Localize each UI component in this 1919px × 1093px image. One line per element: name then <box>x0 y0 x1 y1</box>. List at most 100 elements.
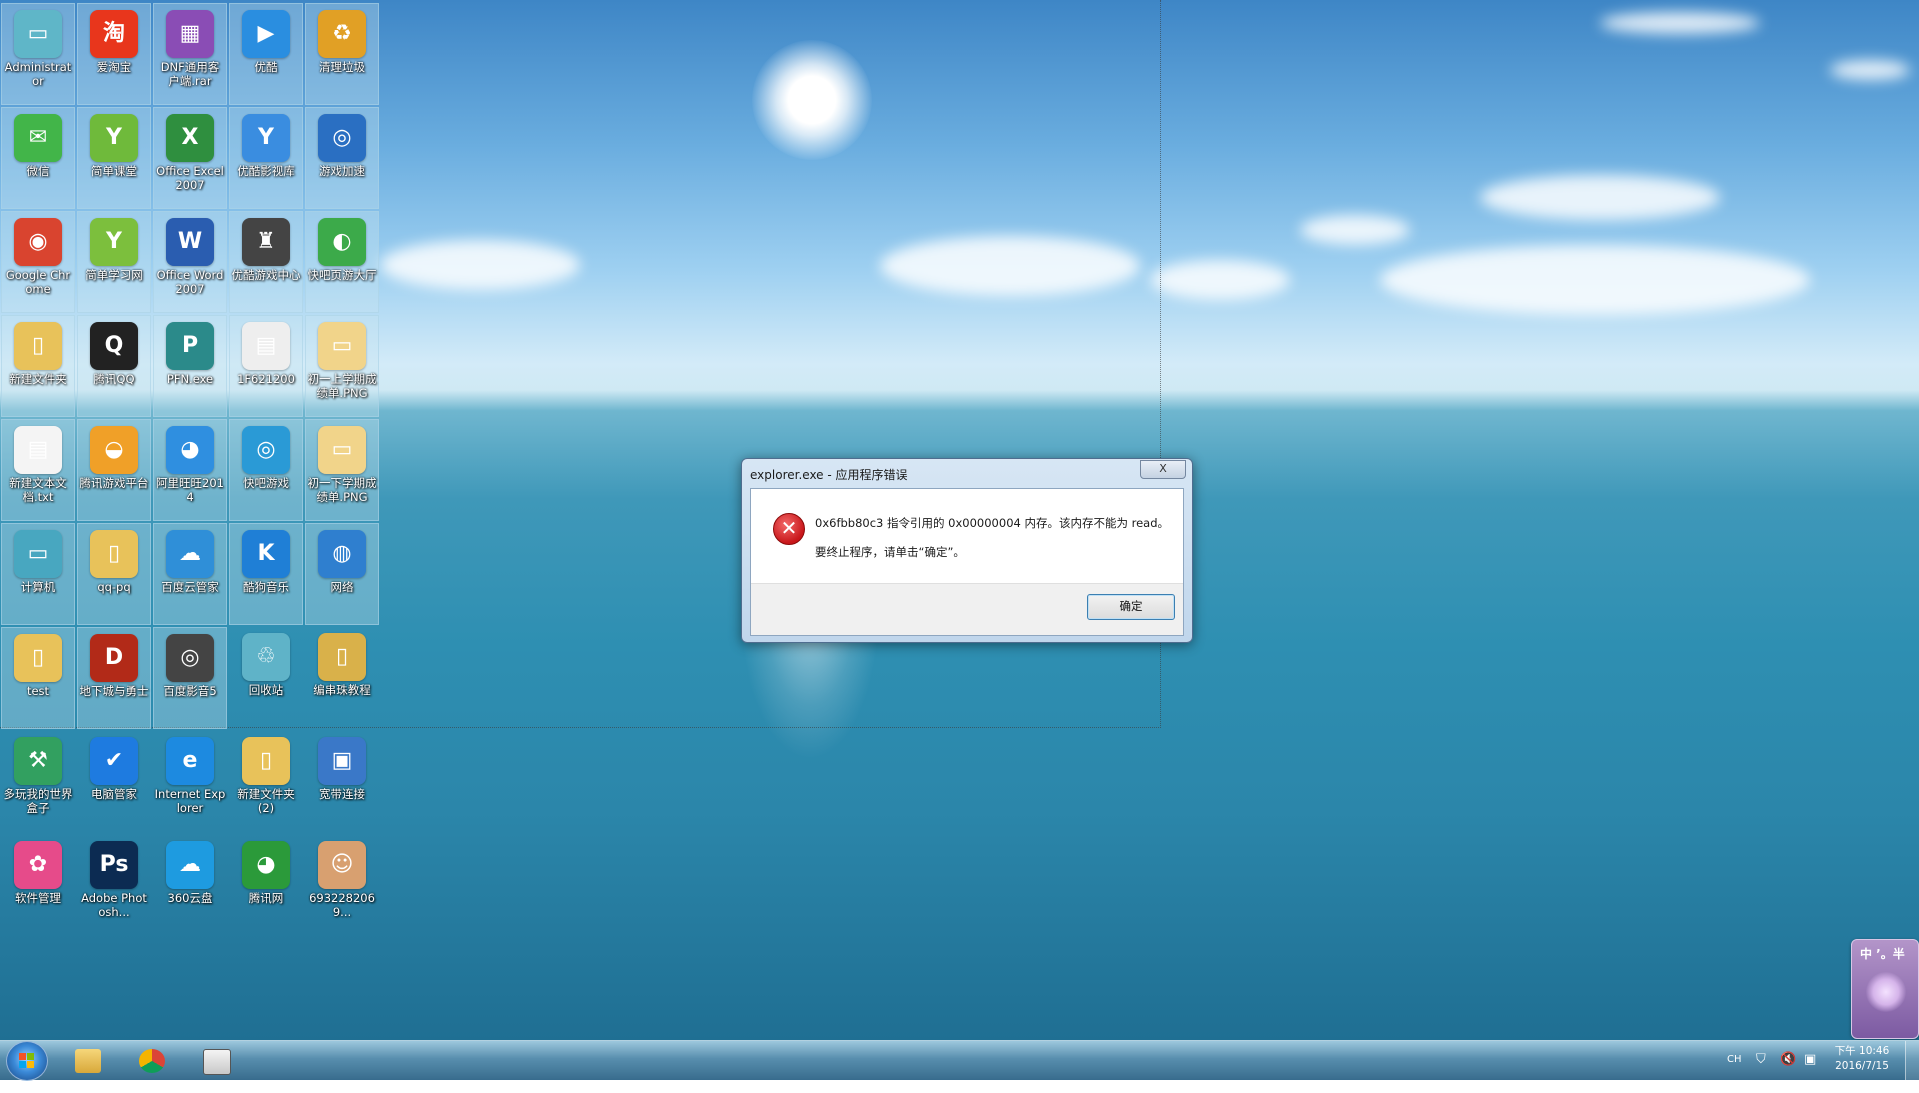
desktop-icon[interactable]: ▭ 计算机 <box>1 523 75 625</box>
clock[interactable]: 下午 10:46 2016/7/15 <box>1832 1044 1892 1074</box>
desktop-icon-label: 腾讯QQ <box>93 372 135 386</box>
desktop-icon[interactable]: ▯ qq-pq <box>77 523 151 625</box>
desktop-icon[interactable]: Y 简单学习网 <box>77 211 151 313</box>
desktop-icon[interactable]: ▯ 新建文件夹 <box>1 315 75 417</box>
desktop-icon[interactable]: ◎ 百度影音5 <box>153 627 227 729</box>
desktop-icon[interactable]: Ps Adobe Photosh... <box>77 835 151 937</box>
app-icon: ◉ <box>14 218 62 266</box>
desktop-icon-label: 简单学习网 <box>85 268 143 282</box>
desktop-icon[interactable]: ▯ 新建文件夹 (2) <box>229 731 303 833</box>
desktop-icon[interactable]: W Office Word 2007 <box>153 211 227 313</box>
desktop-icon[interactable]: ▭ Administrator <box>1 3 75 105</box>
desktop-icon[interactable]: 淘爱淘宝 <box>77 3 151 105</box>
app-icon: ♜ <box>242 218 290 266</box>
app-icon: ◎ <box>166 634 214 682</box>
desktop-icon-label: 百度影音5 <box>163 684 217 698</box>
desktop-icon[interactable]: ▭ 初一上学期成绩单.PNG <box>305 315 379 417</box>
desktop-icon[interactable]: ◕ 阿里旺旺2014 <box>153 419 227 521</box>
desktop-icon[interactable]: ♻ 清理垃圾 <box>305 3 379 105</box>
desktop-icon[interactable]: ⚒ 多玩我的世界盒子 <box>1 731 75 833</box>
desktop-icon-label: Internet Explorer <box>154 787 226 815</box>
dialog-close-button[interactable]: X <box>1140 460 1186 479</box>
desktop-icon[interactable]: ☁ 百度云管家 <box>153 523 227 625</box>
desktop-icon[interactable]: K 酷狗音乐 <box>229 523 303 625</box>
desktop-icon[interactable]: D 地下城与勇士 <box>77 627 151 729</box>
dialog-title: explorer.exe - 应用程序错误 <box>750 468 908 482</box>
app-icon: ☺ <box>318 841 366 889</box>
desktop-icon-label: 优酷 <box>254 60 278 74</box>
error-dialog: explorer.exe - 应用程序错误 X ✕ 0x6fbb80c3 指令引… <box>741 458 1193 643</box>
app-icon: ▭ <box>14 530 62 578</box>
ok-button[interactable]: 确定 <box>1087 594 1175 620</box>
cloud <box>1600 12 1760 34</box>
desktop-icon[interactable]: ◉ Google Chrome <box>1 211 75 313</box>
desktop-icon[interactable]: Y 简单课堂 <box>77 107 151 209</box>
app-icon: Y <box>90 114 138 162</box>
cloud <box>1300 215 1410 245</box>
app-icon: ▯ <box>318 633 366 681</box>
desktop-icon[interactable]: ▯ test <box>1 627 75 729</box>
desktop-icon[interactable]: ☁ 360云盘 <box>153 835 227 937</box>
desktop-icon[interactable]: ✉ 微信 <box>1 107 75 209</box>
desktop-icon[interactable]: ♲ 回收站 <box>229 627 303 729</box>
desktop-icon-label: 新建文件夹 <box>9 372 67 386</box>
desktop-icon[interactable]: ▯ 编串珠教程 <box>305 627 379 729</box>
desktop-icon[interactable]: ▤ 新建文本文档.txt <box>1 419 75 521</box>
clock-date: 2016/7/15 <box>1835 1060 1889 1072</box>
taskbar-explorer-button[interactable] <box>60 1044 116 1077</box>
network-icon[interactable]: ▣ <box>1804 1052 1816 1091</box>
desktop-icon[interactable]: Y 优酷影视库 <box>229 107 303 209</box>
desktop-icon[interactable]: ◕ 腾讯网 <box>229 835 303 937</box>
desktop-icon[interactable]: ▶ 优酷 <box>229 3 303 105</box>
app-icon: Y <box>242 114 290 162</box>
app-icon: ✉ <box>14 114 62 162</box>
desktop-icon-label: 回收站 <box>248 683 284 697</box>
desktop-icon[interactable]: ✔ 电脑管家 <box>77 731 151 833</box>
start-button[interactable] <box>6 1041 48 1081</box>
taskbar-window-button[interactable] <box>188 1044 244 1077</box>
folder-icon <box>75 1049 101 1073</box>
desktop-icon[interactable]: ◐ 快吧页游大厅 <box>305 211 379 313</box>
desktop-icon[interactable]: ▭ 初一下学期成绩单.PNG <box>305 419 379 521</box>
desktop-icon[interactable]: P PFN.exe <box>153 315 227 417</box>
desktop-icon[interactable]: Q 腾讯QQ <box>77 315 151 417</box>
desktop-icon-label: DNF通用客户端.rar <box>160 60 220 88</box>
desktop-icon[interactable]: ◎ 快吧游戏 <box>229 419 303 521</box>
desktop-icon[interactable]: ◍ 网络 <box>305 523 379 625</box>
volume-muted-icon[interactable]: 🔇 <box>1780 1052 1796 1091</box>
desktop-icon[interactable]: ▣ 宽带连接 <box>305 731 379 833</box>
desktop-icon[interactable]: ◒ 腾讯游戏平台 <box>77 419 151 521</box>
flower-decoration <box>1866 972 1906 1012</box>
desktop-icon-label: qq-pq <box>97 580 131 594</box>
language-indicator[interactable]: CH <box>1727 1054 1742 1093</box>
desktop-icon[interactable]: ✿ 软件管理 <box>1 835 75 937</box>
desktop-icon[interactable]: ♜ 优酷游戏中心 <box>229 211 303 313</box>
desktop-icon-label: 网络 <box>330 580 354 594</box>
app-icon: ◕ <box>242 841 290 889</box>
desktop-icon[interactable]: ◎ 游戏加速 <box>305 107 379 209</box>
desktop-icon[interactable]: X Office Excel 2007 <box>153 107 227 209</box>
desktop-icon-label: Google Chrome <box>5 268 71 296</box>
desktop-icon-label: Adobe Photosh... <box>81 891 147 919</box>
dialog-footer: 确定 <box>751 583 1183 635</box>
cloud <box>1150 260 1290 300</box>
ime-toolbar[interactable]: 中 ’。半 <box>1851 939 1919 1039</box>
app-icon: ◎ <box>318 114 366 162</box>
desktop-icon-label: 初一下学期成绩单.PNG <box>307 476 377 504</box>
desktop-icon[interactable]: e Internet Explorer <box>153 731 227 833</box>
taskbar-chrome-button[interactable] <box>124 1044 180 1077</box>
ime-status[interactable]: 中 ’。半 <box>1860 945 1905 962</box>
cloud <box>1480 175 1720 220</box>
desktop-icon[interactable]: ☺ 6932282069... <box>305 835 379 937</box>
desktop-icon-label: 新建文本文档.txt <box>9 476 67 504</box>
desktop-icon-label: 编串珠教程 <box>313 683 371 697</box>
shield-icon[interactable]: ⛉ <box>1756 1052 1766 1091</box>
app-icon: W <box>166 218 214 266</box>
app-icon: ▭ <box>318 322 366 370</box>
desktop-icon[interactable]: ▦ DNF通用客户端.rar <box>153 3 227 105</box>
desktop-icon[interactable]: ▤ 1F621200 <box>229 315 303 417</box>
desktop-icon-label: 初一上学期成绩单.PNG <box>307 372 377 400</box>
app-icon: ◒ <box>90 426 138 474</box>
show-desktop-button[interactable] <box>1905 1041 1919 1080</box>
desktop-icon-label: 酷狗音乐 <box>243 580 289 594</box>
